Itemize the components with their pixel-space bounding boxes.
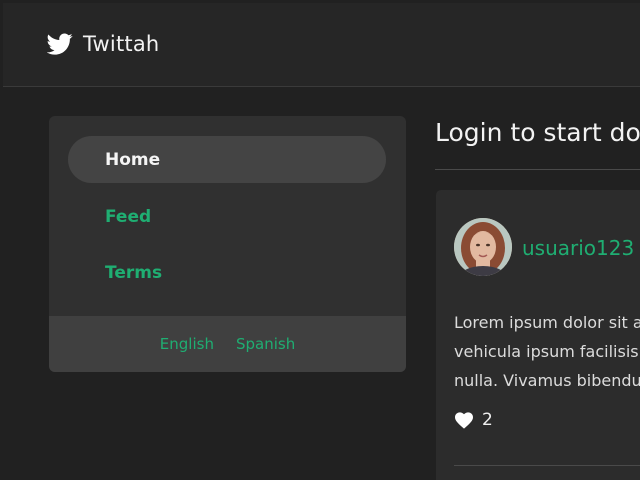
post-text-line: nulla. Vivamus bibendu bbox=[454, 371, 640, 390]
sidebar-item-label: Feed bbox=[105, 206, 152, 227]
top-navbar: Twittah bbox=[3, 3, 640, 87]
post-card: usuario123 Lorem ipsum dolor sit a vehic… bbox=[436, 190, 640, 480]
page: Twittah Home Feed Terms English Spanish … bbox=[0, 0, 640, 480]
like-row: 2 bbox=[454, 410, 493, 430]
title-divider bbox=[435, 169, 640, 170]
twitter-bird-icon bbox=[46, 31, 73, 57]
brand-name: Twittah bbox=[83, 32, 160, 56]
post-body: Lorem ipsum dolor sit a vehicula ipsum f… bbox=[454, 308, 640, 395]
card-divider bbox=[454, 465, 640, 466]
sidebar-nav: Home Feed Terms bbox=[49, 116, 406, 316]
sidebar-item-label: Terms bbox=[105, 262, 163, 283]
brand[interactable]: Twittah bbox=[46, 31, 160, 57]
language-selector: English Spanish bbox=[49, 316, 406, 372]
like-count: 2 bbox=[482, 410, 493, 430]
post-text-line: Lorem ipsum dolor sit a bbox=[454, 313, 640, 332]
sidebar-item-feed[interactable]: Feed bbox=[68, 193, 386, 240]
language-spanish-link[interactable]: Spanish bbox=[236, 335, 295, 353]
sidebar-item-terms[interactable]: Terms bbox=[68, 249, 386, 296]
avatar[interactable] bbox=[454, 218, 512, 276]
sidebar: Home Feed Terms English Spanish bbox=[49, 116, 406, 372]
page-title: Login to start doi bbox=[435, 118, 640, 147]
sidebar-item-home[interactable]: Home bbox=[68, 136, 386, 183]
language-english-link[interactable]: English bbox=[160, 335, 214, 353]
post-username[interactable]: usuario123 bbox=[522, 236, 634, 260]
sidebar-item-label: Home bbox=[105, 149, 161, 170]
heart-icon[interactable] bbox=[454, 411, 474, 429]
post-text-line: vehicula ipsum facilisis bbox=[454, 342, 639, 361]
